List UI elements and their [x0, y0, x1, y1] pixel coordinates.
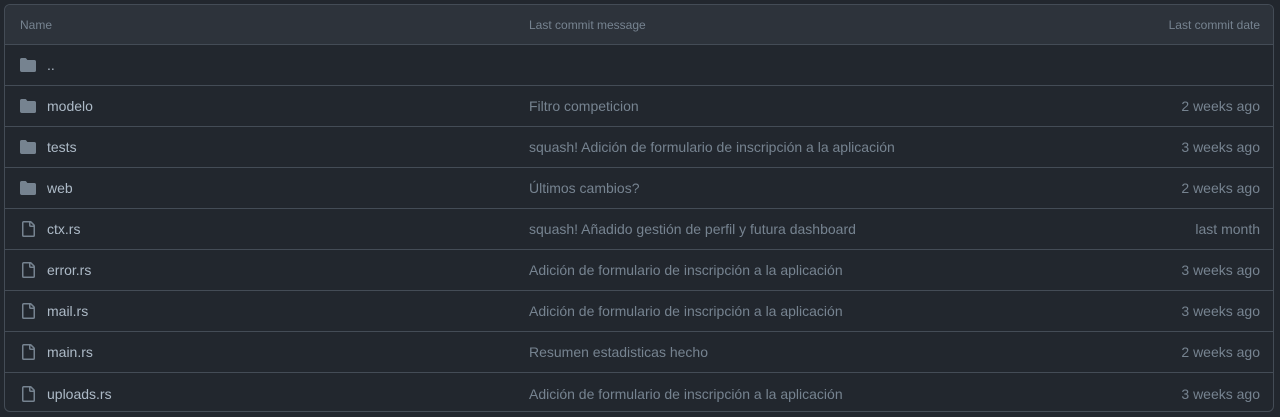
- column-header-date: Last commit date: [1168, 17, 1260, 32]
- commit-message-link[interactable]: Adición de formulario de inscripción a l…: [529, 262, 843, 278]
- item-name-link[interactable]: web: [47, 180, 73, 196]
- commit-date: 3 weeks ago: [1181, 303, 1260, 319]
- item-name-link[interactable]: uploads.rs: [47, 386, 112, 402]
- commit-message-link[interactable]: Adición de formulario de inscripción a l…: [529, 303, 843, 319]
- table-row[interactable]: tests squash! Adición de formulario de in…: [5, 127, 1273, 168]
- file-icon: [20, 385, 36, 402]
- item-name-link[interactable]: error.rs: [47, 262, 91, 278]
- table-row[interactable]: modelo Filtro competicion 2 weeks ago: [5, 86, 1273, 127]
- table-row[interactable]: ctx.rs squash! Añadido gestión de perfil …: [5, 209, 1273, 250]
- commit-date: 2 weeks ago: [1181, 98, 1260, 114]
- column-header-message: Last commit message: [529, 17, 646, 32]
- table-row[interactable]: main.rs Resumen estadisticas hecho 2 weeks…: [5, 332, 1273, 373]
- parent-directory-link[interactable]: ..: [47, 57, 55, 73]
- commit-date: last month: [1195, 221, 1260, 237]
- file-icon: [20, 344, 36, 360]
- parent-directory-row[interactable]: ..: [5, 45, 1273, 86]
- file-icon: [20, 221, 36, 237]
- item-name-link[interactable]: ctx.rs: [47, 221, 80, 237]
- folder-icon: [20, 98, 36, 114]
- table-row[interactable]: web Últimos cambios? 2 weeks ago: [5, 168, 1273, 209]
- commit-date: 3 weeks ago: [1181, 139, 1260, 155]
- commit-date: 2 weeks ago: [1181, 180, 1260, 196]
- item-name-link[interactable]: tests: [47, 139, 77, 155]
- commit-message-link[interactable]: Últimos cambios?: [529, 180, 639, 196]
- table-row[interactable]: uploads.rs Adición de formulario de inscr…: [5, 373, 1273, 411]
- item-name-link[interactable]: modelo: [47, 98, 93, 114]
- commit-date: 3 weeks ago: [1181, 262, 1260, 278]
- table-row[interactable]: mail.rs Adición de formulario de inscripc…: [5, 291, 1273, 332]
- commit-message-link[interactable]: Resumen estadisticas hecho: [529, 344, 708, 360]
- commit-date: 2 weeks ago: [1181, 344, 1260, 360]
- commit-message-link[interactable]: Adición de formulario de inscripción a l…: [529, 386, 843, 402]
- file-icon: [20, 303, 36, 319]
- folder-icon: [20, 180, 36, 196]
- table-header: Name Last commit message Last commit dat…: [5, 5, 1273, 45]
- commit-date: 3 weeks ago: [1181, 385, 1260, 402]
- commit-message-link[interactable]: squash! Añadido gestión de perfil y futu…: [529, 221, 856, 237]
- file-icon: [20, 262, 36, 278]
- table-row[interactable]: error.rs Adición de formulario de inscrip…: [5, 250, 1273, 291]
- folder-icon: [20, 57, 36, 73]
- folder-icon: [20, 139, 36, 155]
- item-name-link[interactable]: mail.rs: [47, 303, 88, 319]
- column-header-name: Name: [20, 17, 53, 32]
- item-name-link[interactable]: main.rs: [47, 344, 93, 360]
- commit-message-link[interactable]: Filtro competicion: [529, 98, 639, 114]
- commit-message-link[interactable]: squash! Adición de formulario de inscrip…: [529, 139, 895, 155]
- file-table: Name Last commit message Last commit dat…: [4, 4, 1274, 412]
